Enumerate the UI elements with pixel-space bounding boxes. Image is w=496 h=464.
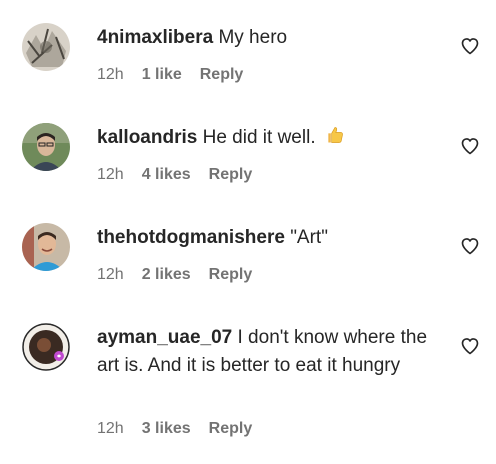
comment-likes[interactable]: 4 likes	[142, 166, 191, 183]
heart-outline-icon[interactable]	[460, 336, 480, 356]
comment-body: 4nimaxlibera My hero	[97, 24, 437, 52]
comment-meta: 12h 4 likes Reply	[97, 166, 252, 184]
avatar[interactable]	[22, 23, 70, 71]
comment-body: thehotdogmanishere "Art"	[97, 224, 437, 252]
comment-time: 12h	[97, 166, 124, 183]
comment-time: 12h	[97, 66, 124, 83]
comment-meta: 12h 1 like Reply	[97, 66, 243, 84]
reply-button[interactable]: Reply	[209, 166, 253, 183]
comment-likes[interactable]: 1 like	[142, 66, 182, 83]
reply-button[interactable]: Reply	[200, 66, 244, 83]
heart-outline-icon[interactable]	[460, 36, 480, 56]
comment-username[interactable]: ayman_uae_07	[97, 327, 232, 348]
comment-text: He did it well.	[202, 127, 316, 148]
reply-button[interactable]: Reply	[209, 420, 253, 437]
comment-likes[interactable]: 3 likes	[142, 420, 191, 437]
comment-username[interactable]: 4nimaxlibera	[97, 27, 213, 48]
comment-time: 12h	[97, 266, 124, 283]
heart-outline-icon[interactable]	[460, 136, 480, 156]
comment-text: My hero	[218, 27, 288, 48]
avatar[interactable]	[22, 323, 70, 371]
comment-text: "Art"	[290, 227, 328, 248]
comment-meta: 12h 2 likes Reply	[97, 266, 252, 284]
avatar[interactable]	[22, 223, 70, 271]
thumbs-up-emoji	[325, 125, 345, 154]
comment-body: kalloandris He did it well.	[97, 124, 437, 154]
comment-meta: 12h 3 likes Reply	[97, 420, 252, 438]
heart-outline-icon[interactable]	[460, 236, 480, 256]
comment-time: 12h	[97, 420, 124, 437]
comment-body: ayman_uae_07 I don't know where the art …	[97, 324, 437, 380]
avatar[interactable]	[22, 123, 70, 171]
comment-username[interactable]: thehotdogmanishere	[97, 227, 285, 248]
reply-button[interactable]: Reply	[209, 266, 253, 283]
comment-username[interactable]: kalloandris	[97, 127, 197, 148]
comment-likes[interactable]: 2 likes	[142, 266, 191, 283]
